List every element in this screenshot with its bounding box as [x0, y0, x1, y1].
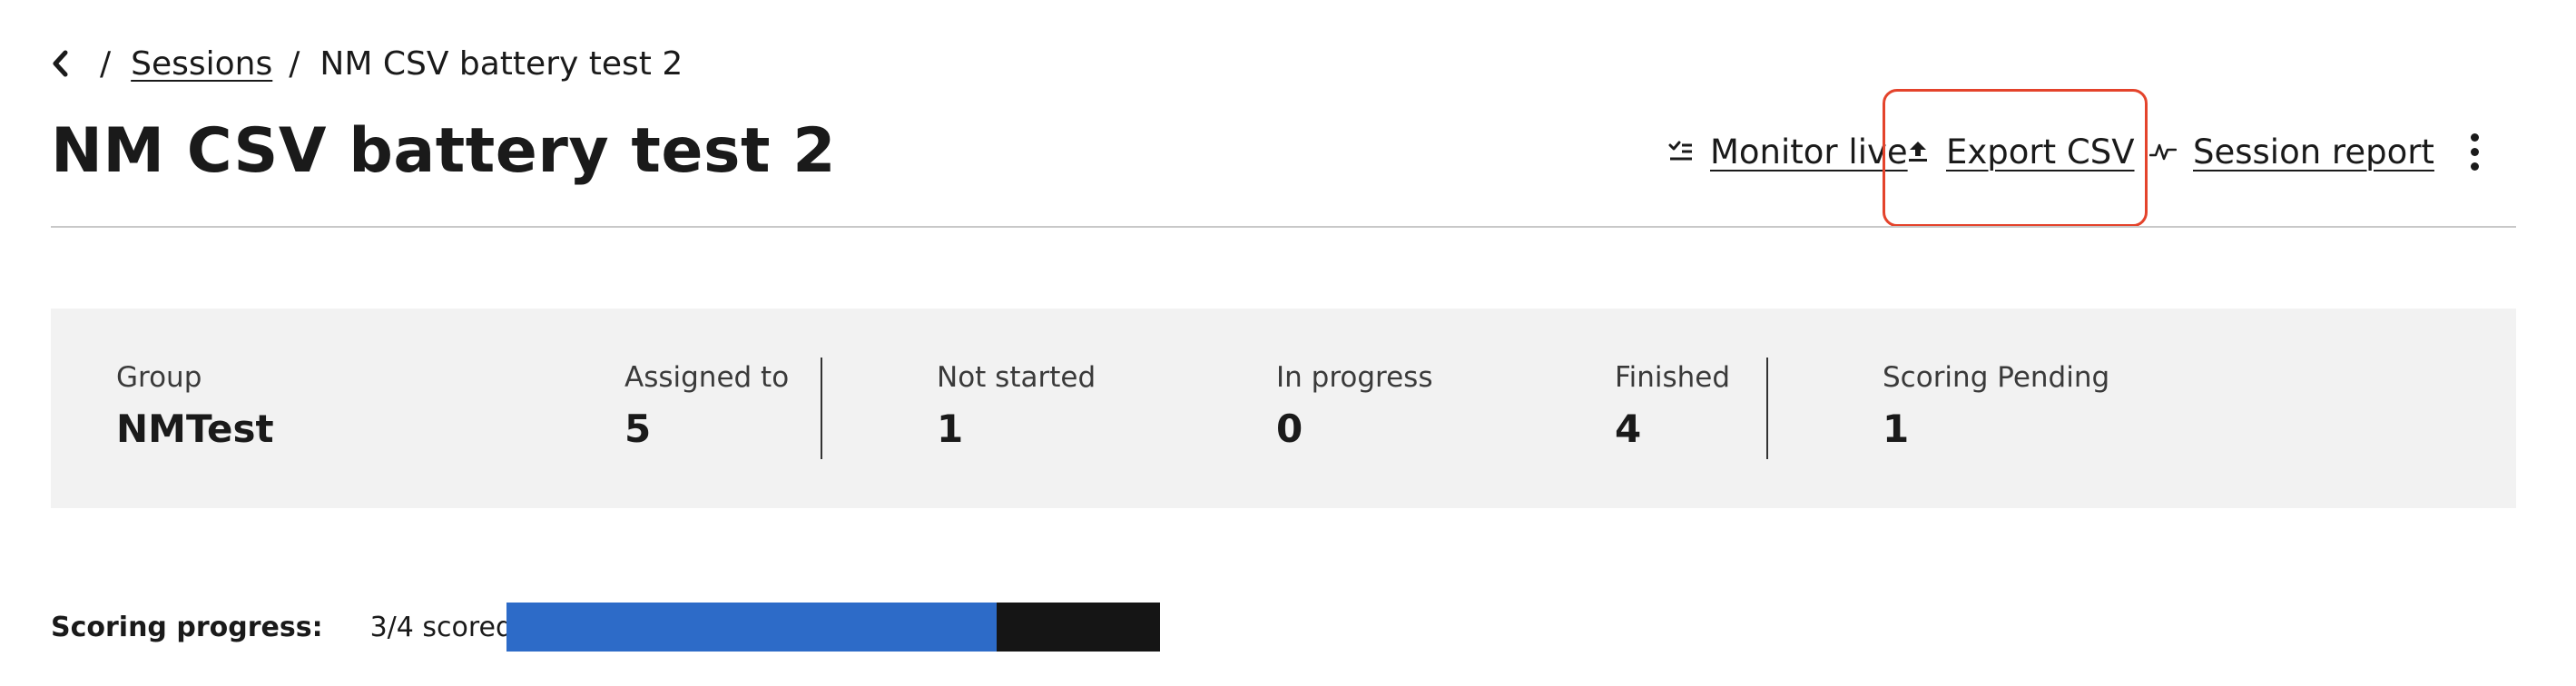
breadcrumb-sessions-link[interactable]: Sessions — [131, 45, 272, 83]
stat-scoring-pending: Scoring Pending 1 — [1883, 359, 2109, 456]
breadcrumb-current: NM CSV battery test 2 — [320, 44, 683, 83]
session-report-button[interactable]: Session report — [2149, 127, 2434, 176]
upload-icon — [1906, 140, 1930, 163]
stat-assigned: Assigned to 5 — [624, 359, 789, 456]
stat-in-progress-label: In progress — [1276, 361, 1433, 394]
stat-group-value: NMTest — [116, 407, 274, 451]
stat-divider — [1766, 358, 1768, 459]
checklist-icon — [1668, 141, 1694, 162]
stat-group-label: Group — [116, 361, 202, 394]
stat-finished: Finished 4 — [1615, 359, 1730, 456]
more-options-kebab-icon[interactable] — [2456, 127, 2492, 176]
stat-assigned-label: Assigned to — [624, 361, 790, 394]
page-title: NM CSV battery test 2 — [51, 115, 837, 187]
scoring-progress-text: 3/4 scored — [369, 611, 514, 643]
stat-finished-value: 4 — [1615, 407, 1642, 451]
session-stats-panel: Group NMTest Assigned to 5 Not started 1… — [51, 309, 2516, 508]
stat-scoring-pending-value: 1 — [1883, 407, 1910, 451]
stat-divider — [821, 358, 822, 459]
stat-assigned-value: 5 — [624, 407, 652, 451]
scoring-progress-label: Scoring progress: — [51, 611, 323, 643]
scoring-progress: Scoring progress: 3/4 scored — [51, 603, 1160, 652]
breadcrumb-separator: / — [100, 44, 112, 83]
session-report-label: Session report — [2193, 132, 2434, 172]
stat-in-progress-value: 0 — [1276, 407, 1303, 451]
back-chevron-icon[interactable] — [51, 40, 84, 87]
stat-finished-label: Finished — [1615, 361, 1730, 394]
header-actions: Monitor live Export CSV Session report — [1668, 127, 2434, 176]
stat-not-started-value: 1 — [937, 407, 964, 451]
stat-not-started-label: Not started — [937, 361, 1096, 394]
export-csv-button[interactable]: Export CSV — [1906, 127, 2135, 176]
scoring-progress-fill — [506, 603, 997, 652]
stat-group: Group NMTest — [116, 359, 274, 456]
activity-pulse-icon — [2149, 141, 2177, 162]
breadcrumb-separator: / — [289, 44, 300, 83]
stat-not-started: Not started 1 — [937, 359, 1096, 456]
stat-in-progress: In progress 0 — [1276, 359, 1432, 456]
stat-scoring-pending-label: Scoring Pending — [1883, 361, 2110, 394]
breadcrumb: / Sessions / NM CSV battery test 2 — [51, 40, 683, 87]
header-divider — [51, 226, 2516, 228]
monitor-live-label: Monitor live — [1710, 132, 1908, 172]
monitor-live-button[interactable]: Monitor live — [1668, 127, 1908, 176]
scoring-progress-bar — [506, 603, 1160, 652]
export-csv-label: Export CSV — [1946, 132, 2135, 172]
